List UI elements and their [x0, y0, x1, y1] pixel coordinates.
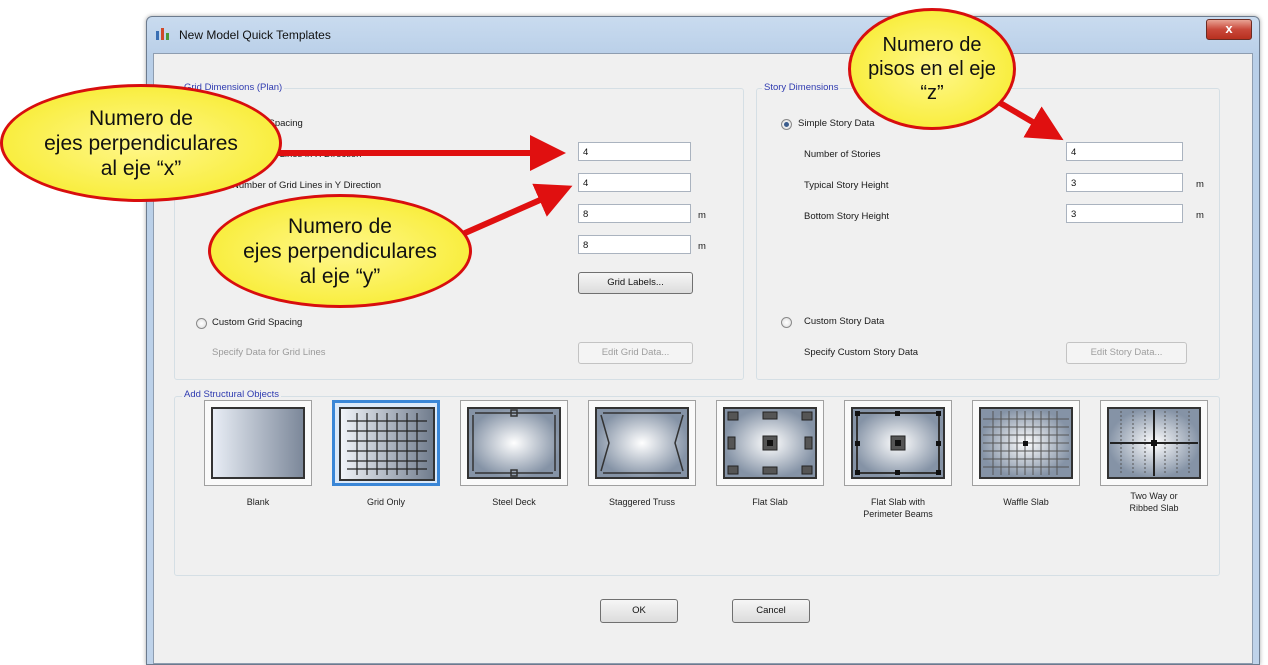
annotation-y-bubble: Numero de ejes perpendiculares al eje “y…: [208, 194, 472, 308]
annotation-x-text: Numero de ejes perpendiculares al eje “x…: [44, 106, 238, 180]
annotation-z-text: Numero de pisos en el eje “z”: [868, 34, 996, 104]
annotation-y-text: Numero de ejes perpendiculares al eje “y…: [243, 214, 437, 288]
annotation-x-bubble: Numero de ejes perpendiculares al eje “x…: [0, 84, 282, 202]
annotation-z-bubble: Numero de pisos en el eje “z”: [848, 8, 1016, 130]
